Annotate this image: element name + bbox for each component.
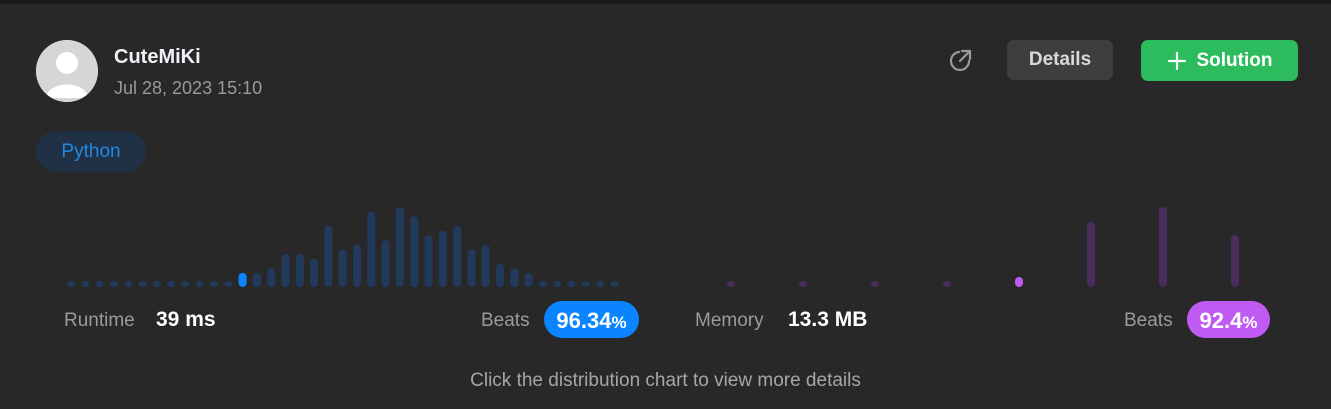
runtime-bar[interactable]	[295, 254, 304, 287]
memory-beats-number: 92.4	[1199, 308, 1243, 333]
memory-beats-unit: %	[1242, 313, 1258, 332]
runtime-bar[interactable]	[510, 268, 519, 287]
memory-label: Memory	[695, 310, 764, 331]
runtime-bar[interactable]	[395, 207, 404, 287]
runtime-bar[interactable]	[424, 235, 433, 287]
runtime-bar[interactable]	[538, 281, 547, 287]
runtime-bar[interactable]	[195, 281, 204, 287]
runtime-beats-badge: 96.34%	[544, 301, 639, 338]
language-label: Python	[61, 140, 121, 162]
memory-bar[interactable]	[1087, 222, 1095, 287]
chart-hint: Click the distribution chart to view mor…	[470, 370, 861, 391]
memory-bar[interactable]	[1159, 207, 1167, 287]
runtime-bar[interactable]	[224, 281, 233, 287]
solution-button-label: Solution	[1196, 49, 1273, 71]
runtime-bar-current[interactable]	[238, 272, 247, 287]
runtime-bar[interactable]	[381, 239, 390, 287]
add-solution-button[interactable]: Solution	[1141, 40, 1298, 81]
memory-bar[interactable]	[1231, 235, 1239, 287]
runtime-bar[interactable]	[81, 281, 90, 287]
runtime-bar[interactable]	[281, 254, 290, 287]
distribution-chart[interactable]	[0, 195, 1331, 290]
runtime-bar[interactable]	[95, 281, 104, 287]
memory-bar[interactable]	[799, 281, 807, 287]
runtime-bar[interactable]	[109, 281, 118, 287]
runtime-label: Runtime	[64, 310, 135, 331]
details-button-label: Details	[1028, 49, 1092, 70]
runtime-bar[interactable]	[338, 249, 347, 287]
memory-beats-label: Beats	[1124, 310, 1173, 331]
runtime-bar[interactable]	[124, 281, 133, 287]
runtime-bar[interactable]	[181, 281, 190, 287]
runtime-bar[interactable]	[596, 281, 605, 287]
runtime-bar[interactable]	[267, 268, 276, 287]
runtime-beats-label: Beats	[481, 310, 530, 331]
runtime-bar[interactable]	[353, 244, 361, 287]
details-button[interactable]: Details	[1007, 40, 1113, 80]
runtime-bar[interactable]	[324, 225, 333, 287]
runtime-bar[interactable]	[610, 281, 619, 287]
share-button[interactable]	[946, 47, 974, 75]
plus-icon	[1167, 51, 1186, 70]
memory-bar[interactable]	[727, 281, 735, 287]
top-border	[0, 0, 1331, 4]
runtime-bar[interactable]	[210, 281, 218, 287]
runtime-bar[interactable]	[167, 281, 176, 287]
username[interactable]: CuteMiKi	[114, 46, 201, 69]
memory-bar-current[interactable]	[1015, 277, 1023, 287]
language-tag: Python	[36, 131, 146, 172]
memory-bar[interactable]	[871, 281, 879, 287]
runtime-bar[interactable]	[310, 258, 319, 287]
runtime-bar[interactable]	[367, 211, 376, 287]
runtime-beats-number: 96.34	[556, 308, 612, 333]
avatar[interactable]	[36, 40, 98, 102]
memory-bar[interactable]	[943, 281, 951, 287]
runtime-bar[interactable]	[67, 281, 75, 287]
submission-date: Jul 28, 2023 15:10	[114, 78, 263, 98]
runtime-bar[interactable]	[581, 281, 590, 287]
runtime-bar[interactable]	[410, 216, 419, 287]
runtime-beats-unit: %	[611, 313, 627, 332]
user-avatar-icon	[36, 40, 98, 102]
runtime-bar[interactable]	[138, 281, 147, 287]
runtime-bar[interactable]	[467, 249, 476, 287]
runtime-bar[interactable]	[524, 272, 533, 287]
memory-beats-badge: 92.4%	[1187, 301, 1270, 338]
runtime-bar[interactable]	[252, 272, 261, 287]
runtime-value: 39 ms	[156, 308, 216, 331]
memory-value: 13.3 MB	[788, 308, 868, 331]
runtime-bar[interactable]	[496, 263, 504, 287]
runtime-bar[interactable]	[152, 281, 161, 287]
runtime-bar[interactable]	[481, 244, 490, 287]
runtime-bar[interactable]	[438, 230, 447, 287]
runtime-bar[interactable]	[453, 225, 462, 287]
runtime-bar[interactable]	[567, 281, 576, 287]
runtime-bar[interactable]	[553, 281, 562, 287]
share-icon	[949, 49, 972, 72]
